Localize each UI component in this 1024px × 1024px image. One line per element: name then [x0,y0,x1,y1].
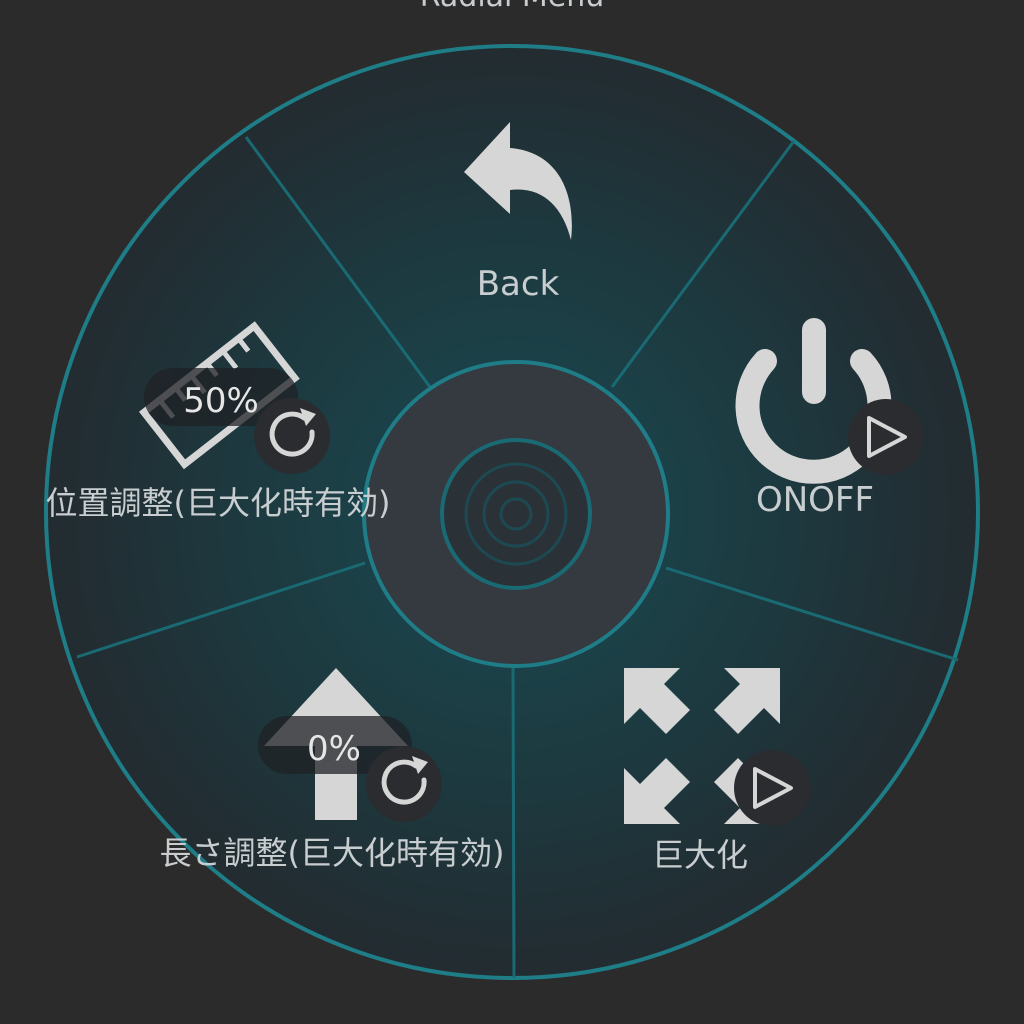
menu-title: Radial Menu [420,0,605,14]
enlarge-play-button[interactable] [734,750,810,826]
menu-item-position-label: 位置調整(巨大化時有効) [46,484,391,522]
onoff-play-button[interactable] [848,399,924,475]
position-reset-button[interactable] [254,398,330,474]
hub-inner-ring [440,438,592,590]
menu-item-length-label: 長さ調整(巨大化時有効) [160,834,505,872]
menu-item-onoff-label: ONOFF [756,480,874,520]
onoff-play-circle [848,399,924,475]
length-reset-circle [366,746,442,822]
divider-enlarge-length [511,665,516,979]
center-hub[interactable] [362,360,670,668]
menu-item-back-label: Back [477,264,560,304]
radial-menu: Radial Menu Back ONOFF [0,0,1024,1024]
length-reset-button[interactable] [366,746,442,822]
position-reset-circle [254,398,330,474]
menu-item-enlarge-label: 巨大化 [652,836,748,874]
radial-menu-canvas: Radial Menu Back ONOFF [44,0,980,980]
enlarge-play-circle [734,750,810,826]
position-value: 50% [183,381,259,421]
length-value: 0% [307,729,361,769]
